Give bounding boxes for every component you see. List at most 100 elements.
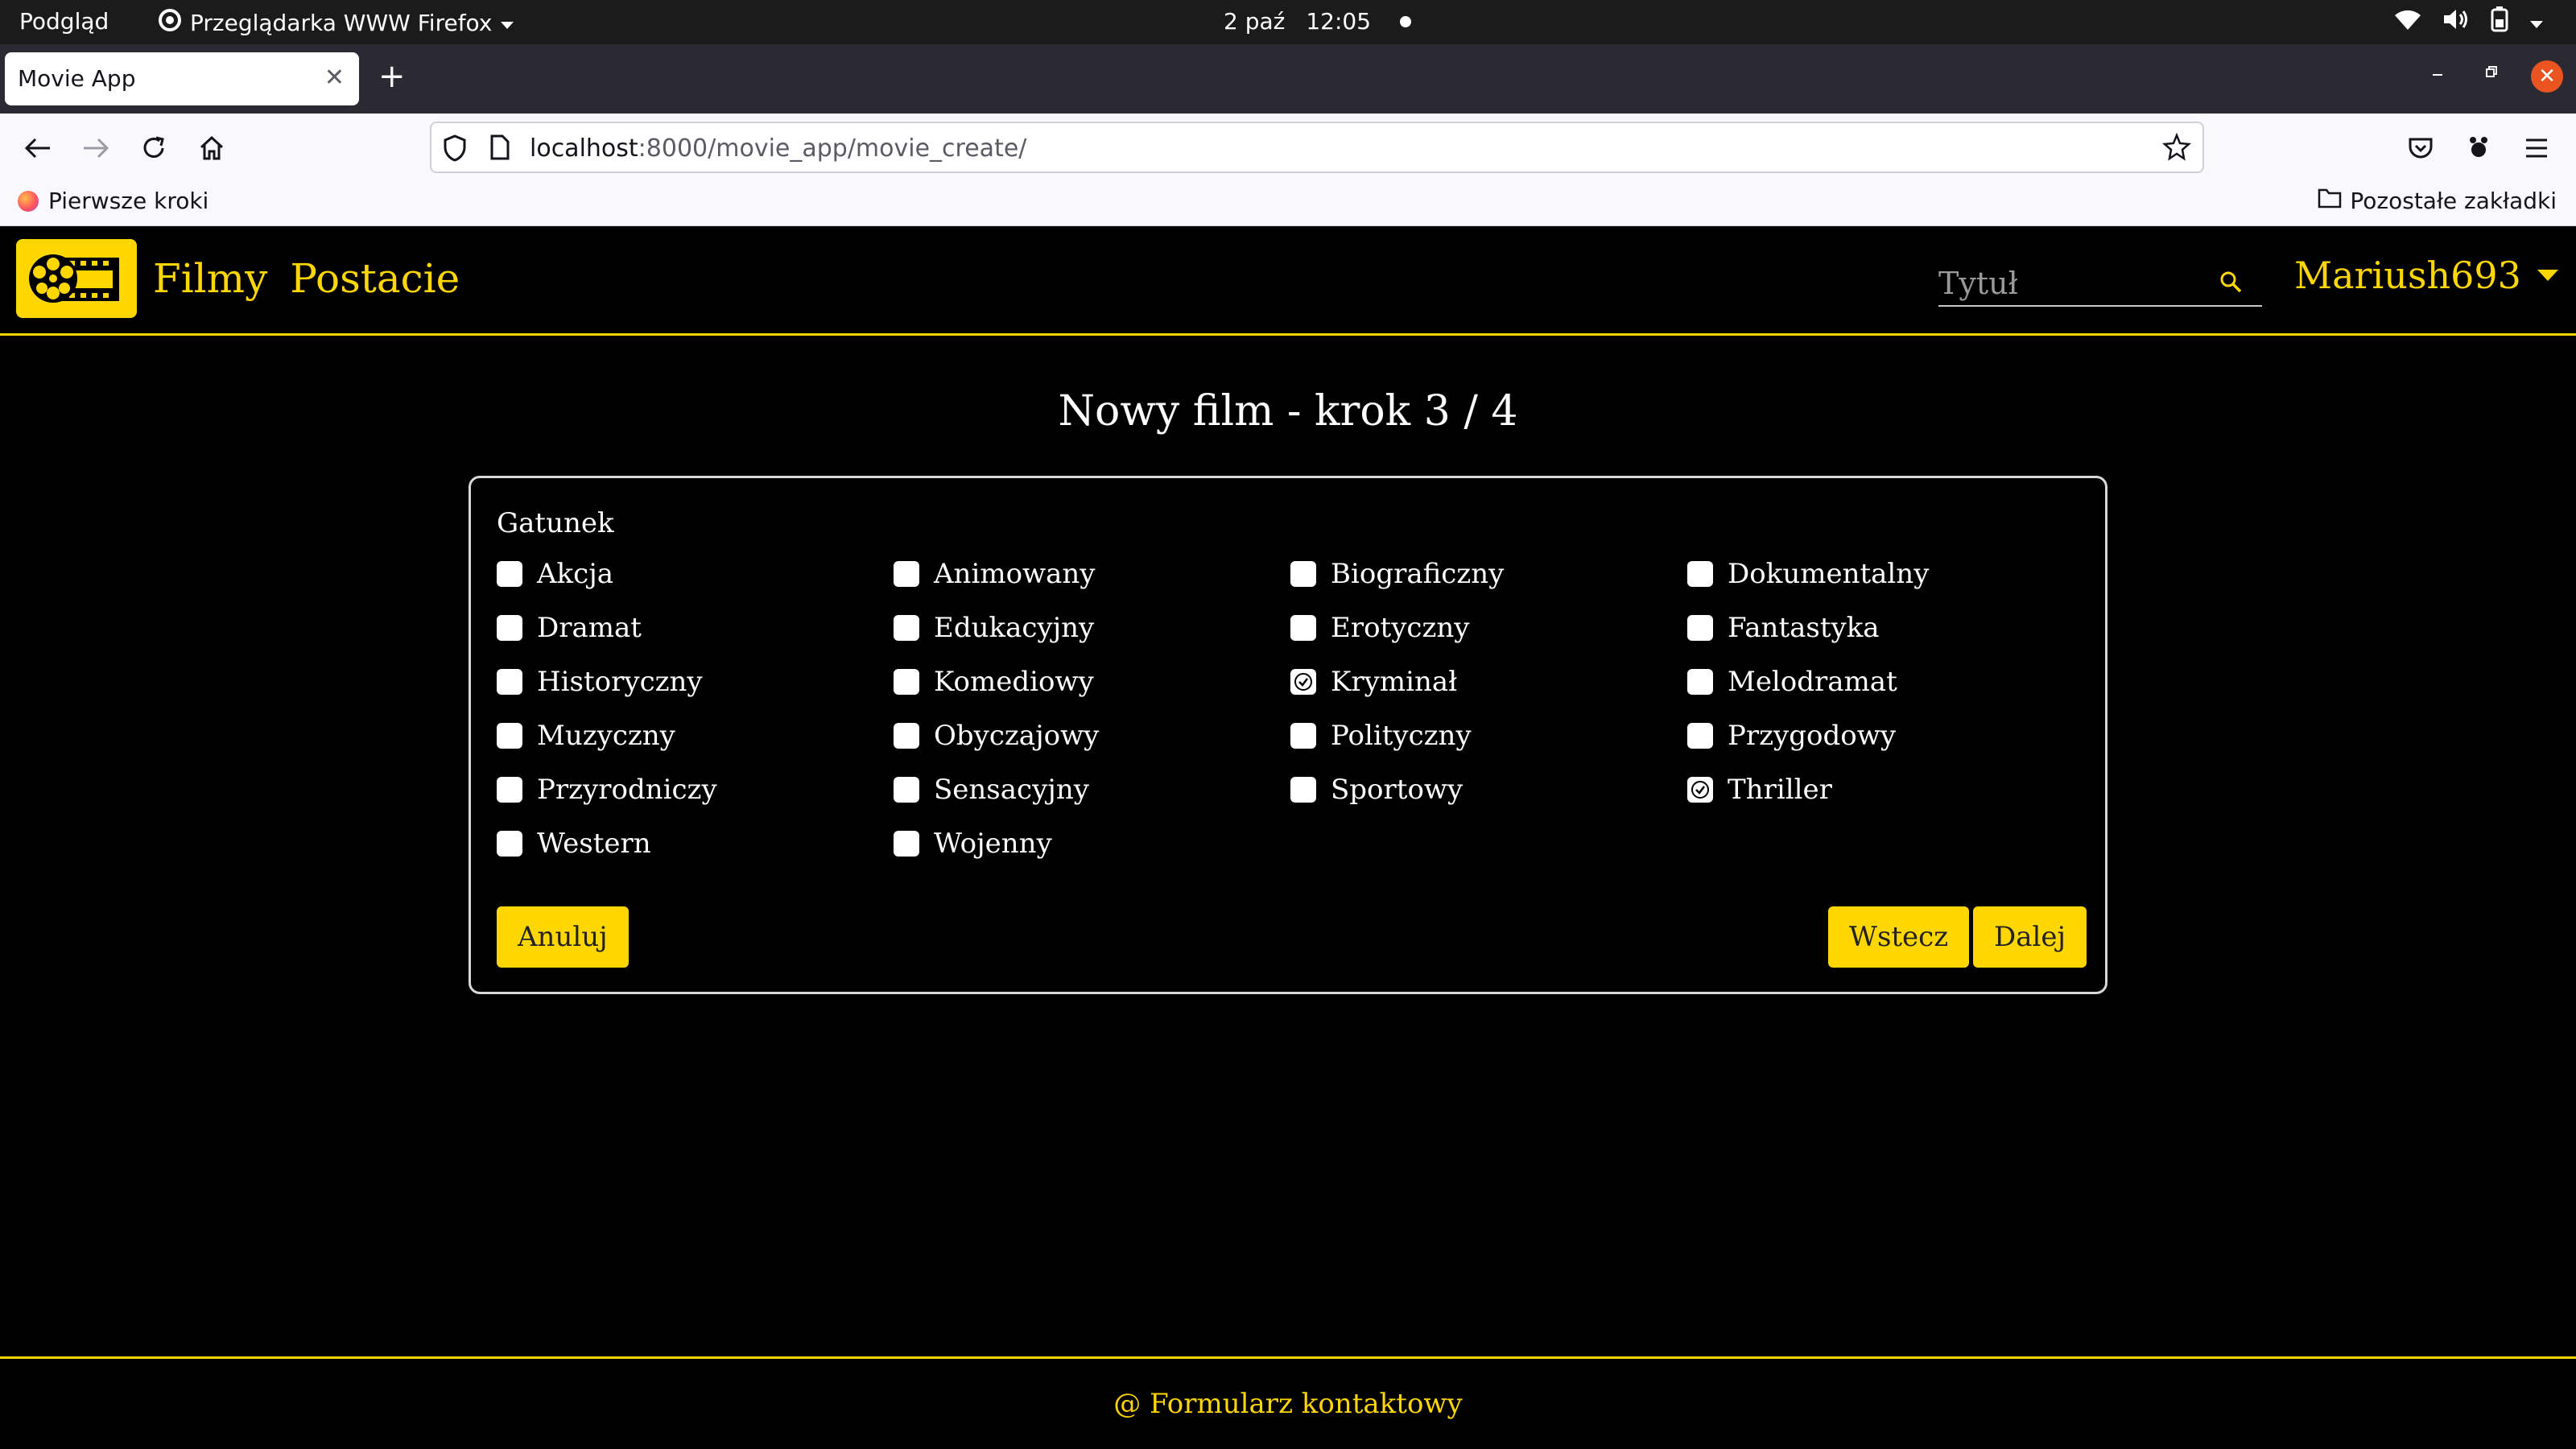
volume-icon: [2442, 7, 2470, 37]
cancel-button[interactable]: Anuluj: [497, 906, 629, 968]
genre-option[interactable]: Przyrodniczy: [497, 771, 894, 808]
genre-label: Polityczny: [1331, 720, 1472, 752]
genre-option[interactable]: Akcja: [497, 555, 894, 592]
checkbox[interactable]: [1687, 615, 1713, 641]
nav-link-films[interactable]: Filmy: [153, 255, 267, 302]
genre-option[interactable]: Erotyczny: [1290, 609, 1687, 646]
genre-label: Animowany: [934, 558, 1096, 590]
shield-icon[interactable]: [443, 134, 467, 165]
checkbox[interactable]: [497, 669, 522, 695]
checkbox[interactable]: [1290, 561, 1316, 587]
checkbox[interactable]: [497, 831, 522, 857]
back-arrow-icon[interactable]: [18, 128, 58, 168]
checkbox[interactable]: [497, 561, 522, 587]
tab-title: Movie App: [18, 65, 136, 92]
checkbox[interactable]: [894, 831, 919, 857]
genre-label: Erotyczny: [1331, 612, 1470, 644]
checkbox[interactable]: [497, 777, 522, 803]
page-title: Nowy film - krok 3 / 4: [1058, 387, 1518, 436]
checkbox-checked[interactable]: [1687, 777, 1713, 803]
genre-option[interactable]: Wojenny: [894, 825, 1290, 862]
contact-form-link[interactable]: @ Formularz kontaktowy: [0, 1388, 2576, 1420]
url-host: localhost: [530, 134, 638, 163]
site-header: Filmy Postacie Mariush693: [0, 226, 2576, 336]
checkbox[interactable]: [1290, 723, 1316, 749]
checkbox-checked[interactable]: [1290, 669, 1316, 695]
genre-option[interactable]: Dokumentalny: [1687, 555, 2084, 592]
firefox-logo-icon: [18, 190, 39, 212]
genre-option[interactable]: Kryminał: [1290, 663, 1687, 700]
other-bookmarks[interactable]: Pozostałe zakładki: [2318, 188, 2557, 214]
checkbox[interactable]: [894, 669, 919, 695]
restore-button[interactable]: [2481, 64, 2500, 80]
genre-option[interactable]: Edukacyjny: [894, 609, 1290, 646]
genre-option[interactable]: Biograficzny: [1290, 555, 1687, 592]
genre-option[interactable]: Muzyczny: [497, 717, 894, 754]
app-menu[interactable]: Przeglądarka WWW Firefox: [158, 8, 514, 38]
user-menu[interactable]: Mariush693: [2294, 254, 2558, 297]
minimize-button[interactable]: [2428, 64, 2447, 80]
next-button[interactable]: Dalej: [1973, 906, 2087, 968]
genre-option[interactable]: Western: [497, 825, 894, 862]
checkbox[interactable]: [894, 615, 919, 641]
genre-label: Dokumentalny: [1728, 558, 1930, 590]
genre-label: Western: [537, 828, 651, 860]
genre-option[interactable]: Sensacyjny: [894, 771, 1290, 808]
search-input[interactable]: [1938, 265, 2212, 302]
firefox-icon: [158, 8, 182, 38]
tab-movie-app[interactable]: Movie App ✕: [5, 52, 359, 105]
genre-option[interactable]: Melodramat: [1687, 663, 2084, 700]
genre-label: Melodramat: [1728, 666, 1897, 698]
navigation-toolbar: localhost:8000/movie_app/movie_create/: [0, 114, 2576, 181]
chevron-down-icon: [2529, 9, 2544, 35]
genre-option[interactable]: Dramat: [497, 609, 894, 646]
checkbox[interactable]: [497, 615, 522, 641]
genre-option[interactable]: Thriller: [1687, 771, 2084, 808]
checkmark-icon: [1691, 781, 1709, 799]
genre-label: Wojenny: [934, 828, 1052, 860]
pocket-icon[interactable]: [2401, 128, 2441, 168]
genre-option[interactable]: Animowany: [894, 555, 1290, 592]
genre-option[interactable]: Fantastyka: [1687, 609, 2084, 646]
genre-label: Fantastyka: [1728, 612, 1880, 644]
extensions-icon[interactable]: [2458, 128, 2499, 168]
checkbox[interactable]: [1290, 615, 1316, 641]
genre-option[interactable]: Historyczny: [497, 663, 894, 700]
back-button[interactable]: Wstecz: [1828, 906, 1970, 968]
bookmark-star-icon[interactable]: [2161, 132, 2192, 165]
genre-option[interactable]: Sportowy: [1290, 771, 1687, 808]
window-close-button[interactable]: ✕: [2531, 60, 2563, 93]
movie-logo-icon[interactable]: [16, 239, 137, 318]
genre-option[interactable]: Przygodowy: [1687, 717, 2084, 754]
checkbox[interactable]: [497, 723, 522, 749]
username: Mariush693: [2294, 254, 2521, 297]
clock[interactable]: 2 paź 12:05: [1224, 8, 1412, 35]
checkbox[interactable]: [1290, 777, 1316, 803]
genre-legend: Gatunek: [497, 507, 614, 539]
folder-icon: [2318, 188, 2342, 214]
address-bar[interactable]: localhost:8000/movie_app/movie_create/: [430, 122, 2204, 173]
checkbox[interactable]: [894, 723, 919, 749]
new-tab-button[interactable]: +: [378, 60, 406, 93]
forward-arrow-icon[interactable]: [76, 128, 116, 168]
page-icon[interactable]: [489, 134, 510, 163]
checkbox[interactable]: [1687, 723, 1713, 749]
checkbox[interactable]: [1687, 561, 1713, 587]
activities-button[interactable]: Podgląd: [19, 8, 109, 35]
close-icon[interactable]: ✕: [324, 64, 345, 92]
genre-option[interactable]: Polityczny: [1290, 717, 1687, 754]
search-icon[interactable]: [2219, 270, 2243, 297]
genre-option[interactable]: Komediowy: [894, 663, 1290, 700]
bookmark-getting-started[interactable]: Pierwsze kroki: [18, 188, 208, 214]
home-icon[interactable]: [192, 128, 232, 168]
system-tray[interactable]: [2394, 6, 2544, 38]
checkbox[interactable]: [894, 561, 919, 587]
reload-icon[interactable]: [134, 128, 174, 168]
genre-label: Muzyczny: [537, 720, 675, 752]
nav-link-characters[interactable]: Postacie: [290, 255, 460, 302]
url-text[interactable]: localhost:8000/movie_app/movie_create/: [530, 134, 1026, 163]
checkbox[interactable]: [1687, 669, 1713, 695]
genre-option[interactable]: Obyczajowy: [894, 717, 1290, 754]
menu-icon[interactable]: [2516, 128, 2557, 168]
checkbox[interactable]: [894, 777, 919, 803]
